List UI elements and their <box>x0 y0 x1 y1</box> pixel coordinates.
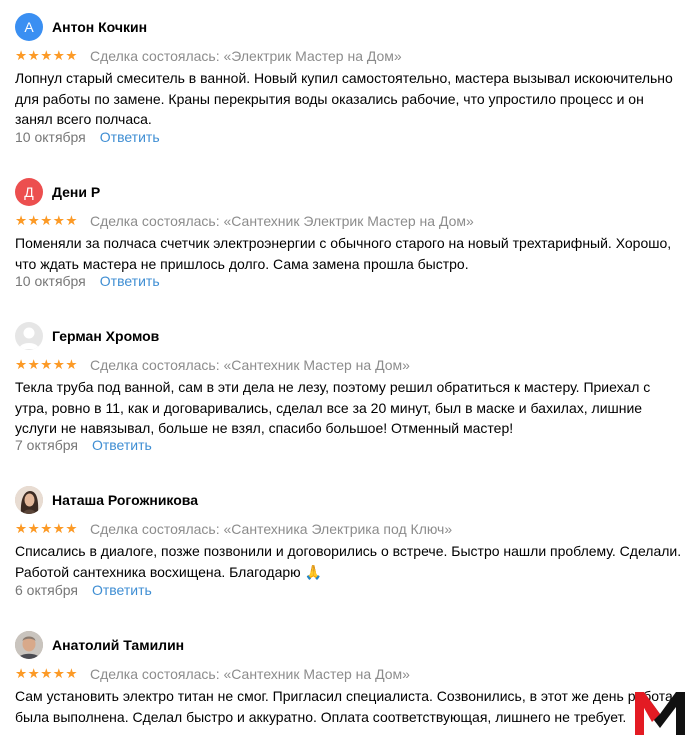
review-date: 10 октября <box>15 129 86 145</box>
author-name[interactable]: Герман Хромов <box>52 328 159 344</box>
review-footer: 10 октября Ответить <box>15 129 160 145</box>
deal-info: Сделка состоялась: «Электрик Мастер на Д… <box>90 48 402 64</box>
author-name[interactable]: Наташа Рогожникова <box>52 492 198 508</box>
reply-link[interactable]: Ответить <box>92 437 152 453</box>
rating-stars: ★★★★★ <box>15 213 79 228</box>
deal-info: Сделка состоялась: «Сантехник Мастер на … <box>90 357 410 373</box>
woman-photo-icon <box>15 486 43 514</box>
deal-info: Сделка состоялась: «Сантехник Электрик М… <box>90 213 474 229</box>
reply-link[interactable]: Ответить <box>100 129 160 145</box>
avatar[interactable]: Д <box>15 178 43 206</box>
review-header: Анатолий Тамилин <box>15 631 184 659</box>
rating-stars: ★★★★★ <box>15 666 79 681</box>
author-name[interactable]: Дени Р <box>52 184 100 200</box>
rating-stars: ★★★★★ <box>15 48 79 63</box>
review-item: Анатолий Тамилин ★★★★★ Сделка состоялась… <box>0 631 688 735</box>
review-date: 7 октября <box>15 437 78 453</box>
review-footer: 7 октября Ответить <box>15 437 152 453</box>
review-item: Наташа Рогожникова ★★★★★ Сделка состояла… <box>0 486 688 606</box>
review-meta: ★★★★★ Сделка состоялась: «Сантехника Эле… <box>15 521 452 537</box>
review-footer: 10 октября Ответить <box>15 273 160 289</box>
deal-info: Сделка состоялась: «Сантехник Мастер на … <box>90 666 410 682</box>
review-header: Наташа Рогожникова <box>15 486 198 514</box>
brand-logo-icon <box>635 692 685 735</box>
review-meta: ★★★★★ Сделка состоялась: «Сантехник Маст… <box>15 666 410 682</box>
reply-link[interactable]: Ответить <box>100 273 160 289</box>
review-meta: ★★★★★ Сделка состоялась: «Электрик Масте… <box>15 48 402 64</box>
review-date: 6 октября <box>15 582 78 598</box>
review-item: Герман Хромов ★★★★★ Сделка состоялась: «… <box>0 322 688 462</box>
avatar-photo[interactable] <box>15 486 43 514</box>
review-text: Лопнул старый смеситель в ванной. Новый … <box>15 70 673 127</box>
review-meta: ★★★★★ Сделка состоялась: «Сантехник Маст… <box>15 357 410 373</box>
avatar[interactable]: А <box>15 13 43 41</box>
rating-stars: ★★★★★ <box>15 357 79 372</box>
avatar-photo[interactable] <box>15 631 43 659</box>
review-item: А Антон Кочкин ★★★★★ Сделка состоялась: … <box>0 13 688 153</box>
review-item: Д Дени Р ★★★★★ Сделка состоялась: «Санте… <box>0 178 688 298</box>
review-header: Герман Хромов <box>15 322 159 350</box>
author-name[interactable]: Антон Кочкин <box>52 19 147 35</box>
review-footer: 6 октября Ответить <box>15 582 152 598</box>
review-header: А Антон Кочкин <box>15 13 147 41</box>
review-text: Сам установить электро титан не смог. Пр… <box>15 688 673 725</box>
deal-info: Сделка состоялась: «Сантехника Электрика… <box>90 521 453 537</box>
man-photo-icon <box>15 631 43 659</box>
review-text: Списались в диалоге, позже позвонили и д… <box>15 543 682 580</box>
review-text: Поменяли за полчаса счетчик электроэнерг… <box>15 235 672 272</box>
review-header: Д Дени Р <box>15 178 100 206</box>
review-text: Текла труба под ванной, сам в эти дела н… <box>15 379 651 436</box>
review-date: 10 октября <box>15 273 86 289</box>
review-meta: ★★★★★ Сделка состоялась: «Сантехник Элек… <box>15 213 474 229</box>
rating-stars: ★★★★★ <box>15 521 79 536</box>
user-silhouette-icon <box>19 327 39 349</box>
author-name[interactable]: Анатолий Тамилин <box>52 637 184 653</box>
avatar-placeholder[interactable] <box>15 322 43 350</box>
reply-link[interactable]: Ответить <box>92 582 152 598</box>
